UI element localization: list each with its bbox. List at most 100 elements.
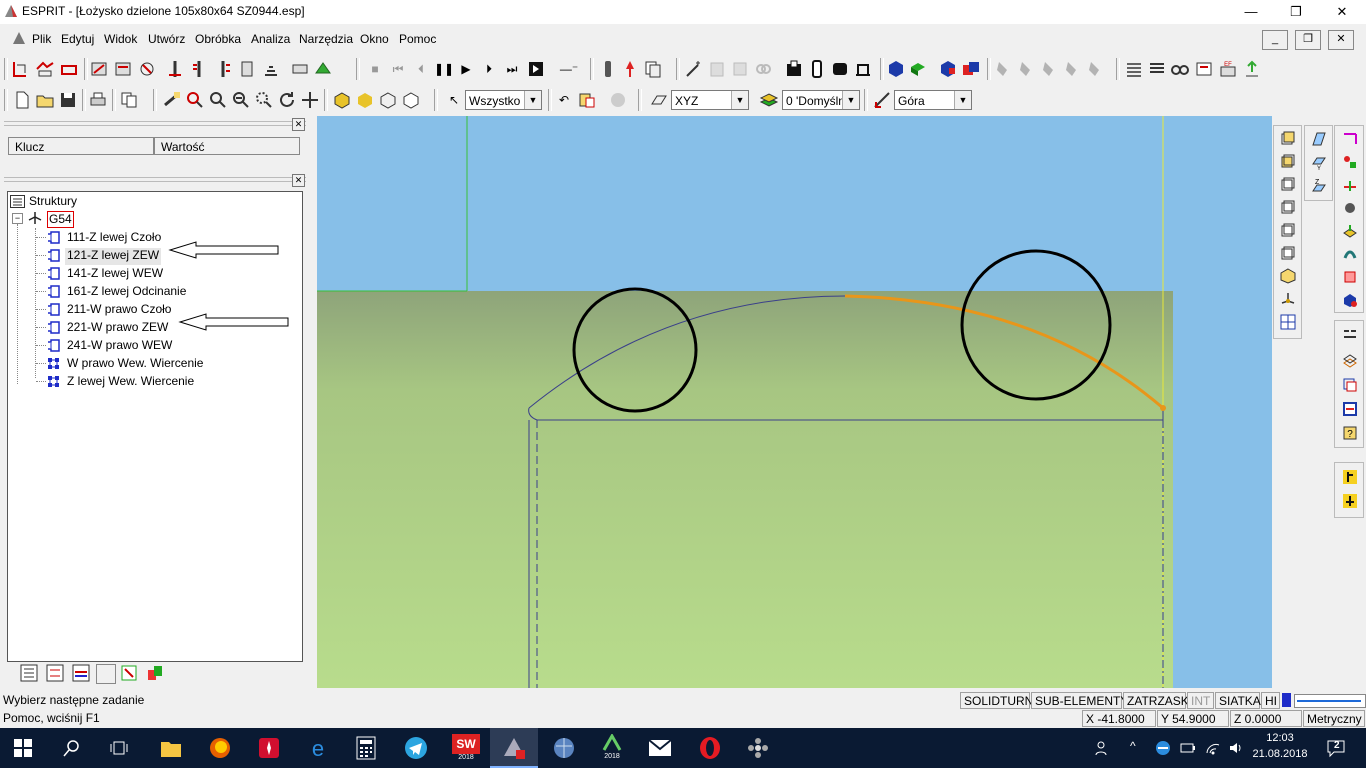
rotate-icon[interactable] bbox=[277, 90, 297, 110]
hand-5-icon[interactable] bbox=[1085, 59, 1105, 79]
tree-operation-item[interactable]: 211-W prawo Czoło bbox=[67, 302, 171, 319]
step-back-icon[interactable]: ⏴ bbox=[411, 59, 431, 79]
reaming-icon[interactable] bbox=[237, 59, 257, 79]
grooving-icon[interactable] bbox=[59, 59, 79, 79]
menu-pomoc[interactable]: Pomoc bbox=[399, 32, 436, 46]
sim-arrow-down-icon[interactable] bbox=[1342, 493, 1358, 509]
roughing-icon[interactable] bbox=[35, 59, 55, 79]
simulation-solid-icon[interactable] bbox=[938, 59, 958, 79]
zoom-out-icon[interactable] bbox=[231, 90, 251, 110]
feature-pocket-icon[interactable] bbox=[1342, 401, 1358, 417]
axis-triad-icon[interactable] bbox=[1280, 291, 1296, 307]
zoom-fit-icon[interactable] bbox=[254, 90, 274, 110]
simulation-compare-icon[interactable] bbox=[961, 59, 981, 79]
mode-sub-elementy[interactable]: SUB-ELEMENTY bbox=[1031, 692, 1128, 709]
menu-widok[interactable]: Widok bbox=[104, 32, 137, 46]
solid-green-icon[interactable] bbox=[908, 59, 928, 79]
mdi-restore-button[interactable]: ❐ bbox=[1295, 30, 1321, 50]
menu-plik[interactable]: Plik bbox=[32, 32, 51, 46]
view-bottom-icon[interactable] bbox=[1280, 245, 1296, 261]
tailstock-icon[interactable] bbox=[830, 59, 850, 79]
print-setup-icon[interactable] bbox=[290, 59, 310, 79]
boring-icon[interactable] bbox=[213, 59, 233, 79]
menu-edytuj[interactable]: Edytuj bbox=[61, 32, 94, 46]
color-tab-icon[interactable] bbox=[146, 664, 164, 682]
ef-icon[interactable]: EF bbox=[1218, 59, 1238, 79]
sphere-tool-icon[interactable] bbox=[1342, 200, 1358, 216]
milling-op-icon[interactable] bbox=[89, 59, 109, 79]
close-tree-icon[interactable]: ✕ bbox=[292, 174, 305, 187]
mode-solidturn[interactable]: SOLIDTURN bbox=[960, 692, 1033, 709]
feature-layers-icon[interactable] bbox=[1342, 353, 1358, 369]
list-icon[interactable] bbox=[1124, 59, 1144, 79]
layers-tab-icon[interactable] bbox=[72, 664, 90, 682]
drilling-icon[interactable] bbox=[165, 59, 185, 79]
move-icon[interactable] bbox=[300, 90, 320, 110]
wifi-icon[interactable] bbox=[1205, 740, 1221, 756]
menu-narzedzia[interactable]: Narzędzia bbox=[299, 32, 353, 46]
mode-zatrzask[interactable]: ZATRZASK bbox=[1123, 692, 1189, 709]
tree-operation-item[interactable]: W prawo Wew. Wiercenie bbox=[67, 356, 203, 373]
firefox-icon[interactable] bbox=[208, 736, 232, 760]
wireframe-view-icon[interactable] bbox=[378, 90, 398, 110]
step-forward-icon[interactable]: ⏵ bbox=[479, 59, 499, 79]
chevron-up-icon[interactable]: ^ bbox=[1130, 739, 1144, 755]
tool-icon[interactable] bbox=[598, 59, 618, 79]
fast-forward-icon[interactable]: ⏭ bbox=[502, 59, 522, 79]
contour-milling-icon[interactable] bbox=[113, 59, 133, 79]
sweep-tool-icon[interactable] bbox=[1342, 246, 1358, 262]
view-isometric-icon[interactable] bbox=[1280, 268, 1296, 284]
hand-4-icon[interactable] bbox=[1062, 59, 1082, 79]
collision-icon[interactable] bbox=[620, 59, 640, 79]
plane-zx-icon[interactable]: Z bbox=[1311, 177, 1327, 193]
teamviewer-icon[interactable] bbox=[1155, 740, 1171, 756]
key-column-header[interactable]: Klucz bbox=[8, 137, 154, 155]
work-plane-icon[interactable] bbox=[649, 90, 669, 110]
windows-start-icon[interactable] bbox=[14, 739, 32, 757]
magic-wand-icon[interactable] bbox=[684, 59, 704, 79]
pan-icon[interactable] bbox=[162, 90, 182, 110]
layers-icon[interactable] bbox=[759, 90, 779, 110]
hand-3-icon[interactable] bbox=[1039, 59, 1059, 79]
menu-utworz[interactable]: Utwórz bbox=[148, 32, 185, 46]
properties-grip[interactable] bbox=[4, 121, 306, 126]
features-tab-icon[interactable] bbox=[120, 664, 138, 682]
plane-yz-icon[interactable] bbox=[1311, 131, 1327, 147]
dots-icon[interactable] bbox=[746, 736, 770, 760]
mode-hi[interactable]: HI bbox=[1261, 692, 1280, 709]
collapse-toggle[interactable]: − bbox=[12, 213, 23, 224]
empty-tab[interactable] bbox=[96, 664, 116, 684]
tree-operation-item[interactable]: 141-Z lewej WEW bbox=[67, 266, 163, 283]
feature-help-icon[interactable]: ? bbox=[1342, 425, 1358, 441]
feature-chain-icon[interactable] bbox=[1342, 377, 1358, 393]
task-view-icon[interactable] bbox=[110, 739, 128, 757]
hand-2-icon[interactable] bbox=[1016, 59, 1036, 79]
close-properties-icon[interactable]: ✕ bbox=[292, 118, 305, 131]
structures-tab-icon[interactable] bbox=[20, 664, 38, 682]
tree-operation-item[interactable]: 241-W prawo WEW bbox=[67, 338, 172, 355]
play-icon[interactable]: ▶ bbox=[456, 59, 476, 79]
four-views-icon[interactable] bbox=[1280, 314, 1296, 330]
graphics-viewport[interactable] bbox=[317, 116, 1272, 688]
save-disabled-icon[interactable] bbox=[730, 59, 750, 79]
view-front-icon[interactable] bbox=[1280, 153, 1296, 169]
tree-operation-item[interactable]: 111-Z lewej Czoło bbox=[67, 230, 161, 247]
simulation-end-icon[interactable] bbox=[526, 59, 546, 79]
copy-view-icon[interactable] bbox=[643, 59, 663, 79]
settings-icon[interactable] bbox=[1194, 59, 1214, 79]
close-button[interactable]: ✕ bbox=[1319, 0, 1365, 24]
copy-icon[interactable] bbox=[119, 90, 139, 110]
paste-icon[interactable] bbox=[577, 90, 597, 110]
layer-select[interactable]: 0 'Domyśln ▼ bbox=[782, 90, 860, 110]
plane-xy-icon[interactable]: Y bbox=[1311, 154, 1327, 170]
tree-wcs-g54[interactable]: G54 bbox=[47, 211, 74, 228]
clock-date[interactable]: 21.08.2018 bbox=[1248, 748, 1312, 760]
mode-int[interactable]: INT bbox=[1187, 692, 1214, 709]
solid-edit-icon[interactable] bbox=[1342, 292, 1358, 308]
color-swatch[interactable] bbox=[1282, 693, 1291, 707]
shaded-view-icon[interactable] bbox=[332, 90, 352, 110]
search-icon[interactable] bbox=[63, 739, 81, 757]
shapes-tool-icon[interactable] bbox=[1342, 154, 1358, 170]
value-column-header[interactable]: Wartość bbox=[154, 137, 300, 155]
calculator-icon[interactable] bbox=[356, 736, 376, 760]
